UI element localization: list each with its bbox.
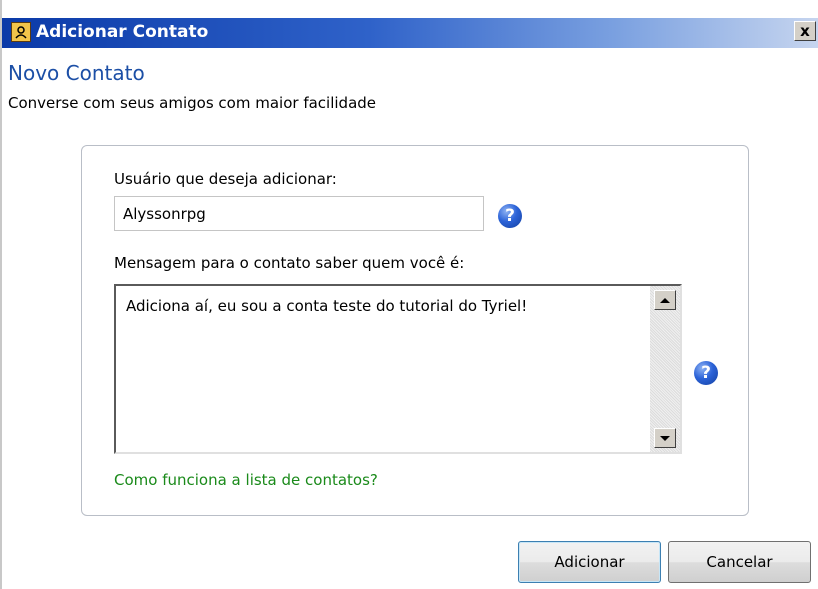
- close-icon[interactable]: x: [794, 21, 816, 41]
- message-field-label: Mensagem para o contato saber quem você …: [114, 254, 465, 272]
- message-text: Adiciona aí, eu sou a conta teste do tut…: [126, 297, 528, 315]
- window-title: Adicionar Contato: [36, 22, 209, 42]
- window-left-border: [0, 0, 2, 589]
- page-subtitle: Converse com seus amigos com maior facil…: [8, 94, 377, 112]
- arrow-down-icon: [660, 435, 670, 441]
- user-input[interactable]: [114, 196, 484, 231]
- message-textarea[interactable]: Adiciona aí, eu sou a conta teste do tut…: [114, 284, 682, 454]
- contacts-help-link[interactable]: Como funciona a lista de contatos?: [114, 471, 378, 489]
- user-field-label: Usuário que deseja adicionar:: [114, 170, 337, 188]
- add-button[interactable]: Adicionar: [518, 541, 661, 583]
- message-scrollbar[interactable]: [650, 286, 680, 452]
- cancel-button[interactable]: Cancelar: [668, 541, 811, 583]
- scroll-down-button[interactable]: [654, 428, 676, 448]
- contact-app-icon: [11, 22, 31, 42]
- arrow-up-icon: [660, 297, 670, 303]
- page-title: Novo Contato: [8, 61, 145, 85]
- scroll-up-button[interactable]: [654, 290, 676, 310]
- message-help-icon[interactable]: ?: [694, 361, 718, 385]
- title-bar[interactable]: Adicionar Contato x: [2, 18, 818, 48]
- user-help-icon[interactable]: ?: [498, 204, 522, 228]
